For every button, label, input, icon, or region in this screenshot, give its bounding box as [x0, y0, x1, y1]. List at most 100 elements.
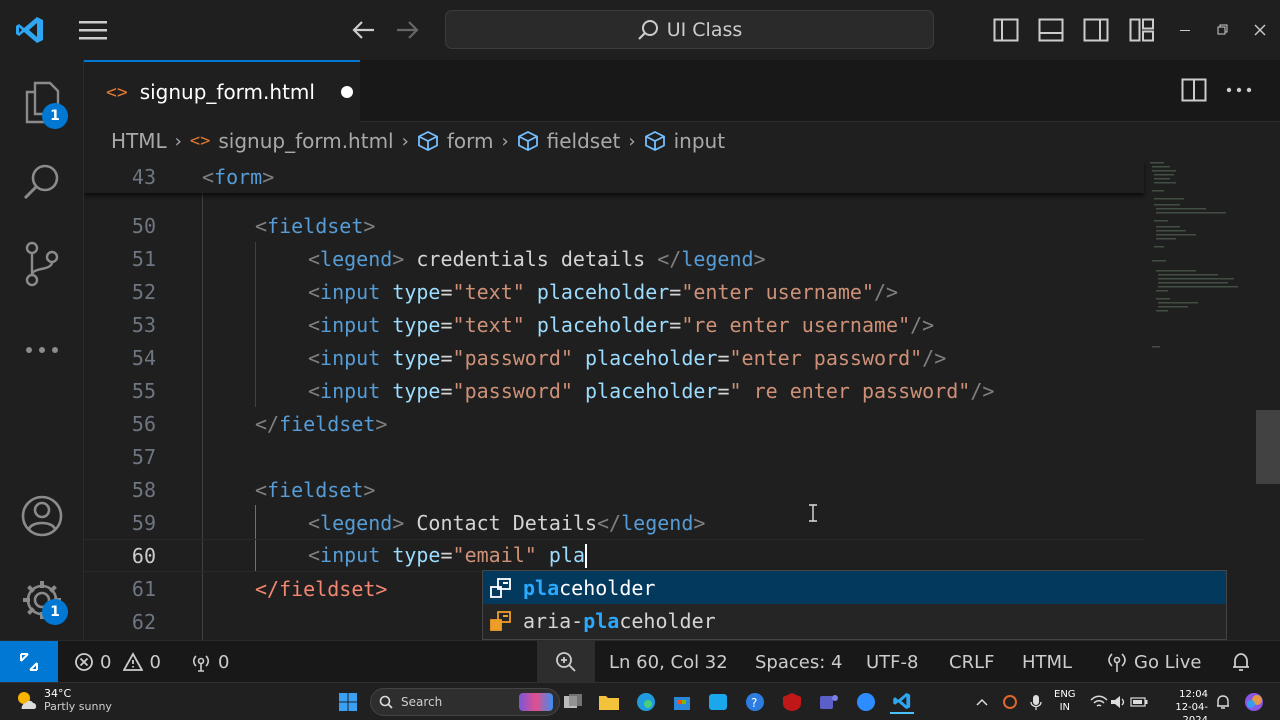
- svg-text:?: ?: [751, 696, 757, 710]
- customize-layout-icon[interactable]: [1124, 12, 1160, 48]
- source-control-icon[interactable]: [14, 236, 70, 292]
- file-explorer-icon[interactable]: [597, 690, 621, 714]
- breadcrumb-item-language[interactable]: HTML: [111, 129, 167, 153]
- notifications-bell-icon[interactable]: [1230, 641, 1252, 683]
- store-icon[interactable]: [670, 690, 694, 714]
- encoding-status[interactable]: UTF-8: [866, 641, 918, 683]
- more-views-icon[interactable]: [14, 322, 70, 378]
- mcafee-icon[interactable]: [780, 690, 804, 714]
- weather-widget[interactable]: 34°C Partly sunny: [14, 687, 112, 713]
- html-file-icon: <>: [106, 81, 128, 103]
- html-file-icon: <>: [189, 131, 211, 151]
- copilot-icon[interactable]: [1242, 690, 1266, 714]
- menu-icon[interactable]: [75, 12, 111, 48]
- teams-icon[interactable]: [817, 690, 841, 714]
- editor-tab-bar: <> signup_form.html: [84, 60, 1280, 122]
- clock[interactable]: 12:04 12-04-2024: [1150, 688, 1208, 720]
- edge-browser-icon[interactable]: [634, 690, 658, 714]
- taskbar-search[interactable]: Search: [370, 688, 560, 716]
- line-number: 43: [131, 164, 156, 189]
- remote-indicator-icon[interactable]: [0, 641, 58, 683]
- help-icon[interactable]: ?: [743, 690, 767, 714]
- tab-signup-form-html[interactable]: <> signup_form.html: [84, 60, 360, 122]
- command-center-label: UI Class: [666, 18, 743, 41]
- language-mode-status[interactable]: HTML: [1022, 641, 1072, 683]
- suggestion-item-placeholder[interactable]: placeholder: [483, 571, 1226, 604]
- broadcast-icon: [192, 655, 210, 672]
- chevron-right-icon: ›: [401, 130, 409, 152]
- symbol-field-icon: [644, 130, 665, 152]
- code-line: 58 <fieldset>: [131, 477, 376, 502]
- notification-bell-icon[interactable]: [1211, 690, 1235, 714]
- windows-start-icon[interactable]: [336, 690, 360, 714]
- broadcast-icon: [1108, 653, 1126, 672]
- code-line: 50 <fieldset>: [131, 213, 376, 238]
- title-bar: UI Class: [0, 0, 1280, 60]
- sun-cloud-icon: [18, 692, 37, 709]
- forward-arrow-icon[interactable]: [390, 12, 426, 48]
- vscode-taskbar-icon[interactable]: [890, 690, 914, 714]
- vertical-scrollbar-thumb[interactable]: [1256, 410, 1280, 484]
- search-icon: [637, 19, 658, 40]
- split-editor-icon[interactable]: [1176, 72, 1212, 108]
- ibeam-cursor-icon: [809, 504, 817, 522]
- accounts-icon[interactable]: [14, 488, 70, 544]
- battery-icon[interactable]: [1127, 690, 1151, 714]
- sync-icon[interactable]: [998, 690, 1022, 714]
- code-line-current: 60 <input type="email" pla: [84, 539, 1144, 572]
- microphone-icon[interactable]: [1024, 690, 1048, 714]
- code-line: 56 </fieldset>: [131, 411, 388, 436]
- close-window-icon[interactable]: [1242, 12, 1278, 48]
- property-symbol-icon: [490, 610, 511, 631]
- back-arrow-icon[interactable]: [345, 12, 381, 48]
- minimize-window-icon[interactable]: [1167, 12, 1203, 48]
- chevron-right-icon: ›: [174, 130, 182, 152]
- code-line: 51 <legend> credentials details </legend…: [131, 246, 766, 271]
- app-icon[interactable]: [706, 690, 730, 714]
- weather-desc: Partly sunny: [44, 700, 112, 713]
- toggle-secondary-sidebar-icon[interactable]: [1078, 12, 1114, 48]
- activity-bar: 1 1: [0, 60, 84, 640]
- toggle-panel-icon[interactable]: [1033, 12, 1069, 48]
- problems-status[interactable]: 0 0: [74, 641, 161, 683]
- breadcrumb-item-input[interactable]: input: [644, 129, 725, 153]
- code-editor[interactable]: 43 <form> 50 <fieldset> 51 <legend> cred…: [84, 160, 1280, 640]
- zoom-icon[interactable]: [537, 641, 595, 683]
- explorer-icon[interactable]: 1: [14, 74, 70, 130]
- indentation-status[interactable]: Spaces: 4: [755, 641, 842, 683]
- manage-gear-icon[interactable]: 1: [14, 572, 70, 628]
- breadcrumb: HTML › <> signup_form.html › form › fiel…: [84, 122, 1280, 160]
- cursor-position[interactable]: Ln 60, Col 32: [609, 641, 728, 683]
- code-line: 52 <input type="text" placeholder="enter…: [131, 279, 899, 304]
- property-symbol-icon: [490, 577, 511, 598]
- zoom-app-icon[interactable]: [854, 690, 878, 714]
- code-line: 53 <input type="text" placeholder="re en…: [131, 312, 935, 337]
- code-line: 54 <input type="password" placeholder="e…: [131, 345, 947, 370]
- language-indicator[interactable]: ENG IN: [1054, 688, 1076, 714]
- breadcrumb-item-fieldset[interactable]: fieldset: [517, 129, 620, 153]
- search-icon[interactable]: [14, 154, 70, 210]
- status-bar: 0 0 0 Ln 60, Col 32 Spaces: 4 UTF-8 CRLF…: [0, 640, 1280, 683]
- suggestion-widget: placeholder aria-placeholder: [482, 570, 1227, 640]
- restore-window-icon[interactable]: [1204, 12, 1240, 48]
- suggestion-item-aria-placeholder[interactable]: aria-placeholder: [483, 604, 1226, 637]
- explorer-badge: 1: [42, 103, 68, 129]
- more-actions-icon[interactable]: [1221, 72, 1257, 108]
- breadcrumb-item-form[interactable]: form: [417, 129, 493, 153]
- chevron-up-icon[interactable]: [970, 690, 994, 714]
- ports-status[interactable]: 0: [190, 641, 229, 683]
- task-view-icon[interactable]: [561, 690, 585, 714]
- windows-taskbar: 34°C Partly sunny Search ? ENG IN 12:04 …: [0, 682, 1280, 720]
- symbol-field-icon: [517, 130, 538, 152]
- go-live-button[interactable]: Go Live: [1106, 641, 1201, 683]
- toggle-primary-sidebar-icon[interactable]: [988, 12, 1024, 48]
- vscode-logo-icon[interactable]: [12, 12, 48, 48]
- code-line: 55 <input type="password" placeholder=" …: [131, 378, 995, 403]
- minimap[interactable]: [1148, 160, 1238, 360]
- eol-status[interactable]: CRLF: [949, 641, 994, 683]
- sticky-scroll-line[interactable]: 43 <form>: [84, 160, 1144, 193]
- breadcrumb-item-file[interactable]: <> signup_form.html: [190, 129, 394, 153]
- code-text: <form>: [202, 164, 275, 189]
- command-center-search[interactable]: UI Class: [445, 10, 934, 49]
- unsaved-dot-icon[interactable]: [340, 86, 353, 98]
